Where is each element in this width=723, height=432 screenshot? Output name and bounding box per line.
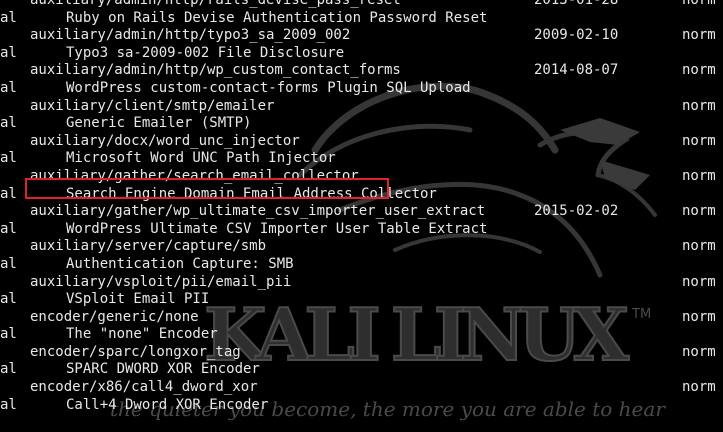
module-row: al The "none" Encoder [0, 326, 723, 344]
highlight-box [25, 178, 389, 199]
module-name: auxiliary/server/capture/smb [30, 238, 267, 255]
rank-wrap-text: al [0, 185, 17, 202]
module-row: auxiliary/docx/word_unc_injector norm [0, 133, 723, 151]
module-rank: norm [682, 167, 716, 184]
module-name: auxiliary/admin/http/typo3_sa_2009_002 [30, 27, 351, 44]
module-row: encoder/x86/call4_dword_xor norm [0, 379, 723, 397]
module-description: Microsoft Word UNC Path Injector [66, 150, 336, 167]
terminal-output: auxiliary/admin/http/rails_devise_pass_r… [0, 0, 723, 432]
rank-wrap-text: al [0, 79, 17, 96]
rank-wrap-text: al [0, 291, 17, 308]
module-row: auxiliary/admin/http/typo3_sa_2009_002 20… [0, 27, 723, 45]
module-description: Generic Emailer (SMTP) [66, 115, 252, 132]
module-name: encoder/x86/call4_dword_xor [30, 379, 258, 396]
module-row: encoder/sparc/longxor_tag norm [0, 344, 723, 362]
disclosure-date: 2014-08-07 [534, 62, 619, 79]
rank-wrap-text: al [0, 220, 17, 237]
module-row: auxiliary/admin/http/wp_custom_contact_f… [0, 62, 723, 80]
module-row: auxiliary/vsploit/pii/email_pii norm [0, 274, 723, 292]
module-description: SPARC DWORD XOR Encoder [66, 361, 260, 378]
module-row: auxiliary/gather/wp_ultimate_csv_importe… [0, 203, 723, 221]
module-rank: norm [682, 27, 716, 44]
rank-wrap-text: al [0, 396, 17, 413]
module-row: al Generic Emailer (SMTP) [0, 115, 723, 133]
module-row: auxiliary/client/smtp/emailer norm [0, 98, 723, 116]
module-row: al SPARC DWORD XOR Encoder [0, 361, 723, 379]
module-name: auxiliary/client/smtp/emailer [30, 97, 275, 114]
module-name: auxiliary/docx/word_unc_injector [30, 132, 300, 149]
rank-wrap-text: al [0, 115, 17, 132]
module-row: al Call+4 Dword XOR Encoder [0, 397, 723, 415]
module-description: The "none" Encoder [66, 326, 218, 343]
rank-wrap-text: al [0, 150, 17, 167]
module-rank: norm [682, 379, 716, 396]
module-row: auxiliary/server/capture/smb norm [0, 238, 723, 256]
module-row: al VSploit Email PII [0, 291, 723, 309]
module-row: al Microsoft Word UNC Path Injector [0, 150, 723, 168]
rank-wrap-text: al [0, 361, 17, 378]
module-description: WordPress Ultimate CSV Importer User Tab… [66, 220, 488, 237]
rank-wrap-text: al [0, 44, 17, 61]
module-row: al Ruby on Rails Devise Authentication Pa… [0, 10, 723, 28]
module-rank: norm [682, 308, 716, 325]
module-rank: norm [682, 62, 716, 79]
module-name: encoder/sparc/longxor_tag [30, 343, 241, 360]
module-description: WordPress custom-contact-forms Plugin SQ… [66, 79, 471, 96]
module-description: VSploit Email PII [66, 291, 210, 308]
module-rank: norm [682, 0, 716, 8]
module-row: encoder/generic/none norm [0, 309, 723, 327]
module-description: Authentication Capture: SMB [66, 255, 294, 272]
disclosure-date: 2009-02-10 [534, 27, 619, 44]
module-row: al Typo3 sa-2009-002 File Disclosure [0, 45, 723, 63]
rank-wrap-text: al [0, 326, 17, 343]
disclosure-date: 2013-01-28 [534, 0, 619, 8]
module-rank: norm [682, 203, 716, 220]
module-rank: norm [682, 132, 716, 149]
module-row: al WordPress custom-contact-forms Plugin … [0, 80, 723, 98]
module-row: al Authentication Capture: SMB [0, 256, 723, 274]
module-name: encoder/generic/none [30, 308, 199, 325]
module-row: auxiliary/admin/http/rails_devise_pass_r… [0, 0, 723, 10]
module-rank: norm [682, 273, 716, 290]
module-rank: norm [682, 97, 716, 114]
module-rank: norm [682, 238, 716, 255]
module-name: auxiliary/admin/http/rails_devise_pass_r… [30, 0, 401, 8]
module-description: Call+4 Dword XOR Encoder [66, 396, 269, 413]
module-name: auxiliary/gather/wp_ultimate_csv_importe… [30, 203, 486, 220]
module-description: Typo3 sa-2009-002 File Disclosure [66, 44, 345, 61]
module-row: al WordPress Ultimate CSV Importer User T… [0, 221, 723, 239]
module-row [0, 414, 723, 432]
module-name: auxiliary/admin/http/wp_custom_contact_f… [30, 62, 401, 79]
rank-wrap-text: al [0, 9, 17, 26]
disclosure-date: 2015-02-02 [534, 203, 619, 220]
module-name: auxiliary/vsploit/pii/email_pii [30, 273, 292, 290]
module-rank: norm [682, 343, 716, 360]
rank-wrap-text: al [0, 255, 17, 272]
module-description: Ruby on Rails Devise Authentication Pass… [66, 9, 488, 26]
